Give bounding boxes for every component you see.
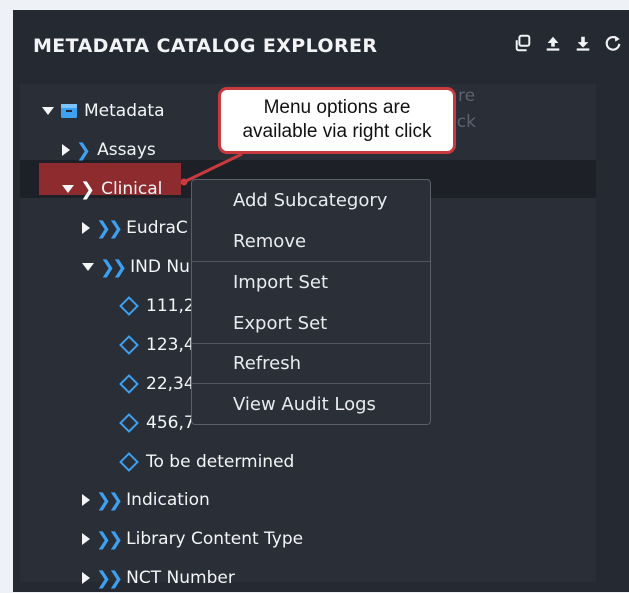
tree-label-eudra: EudraC xyxy=(126,218,188,238)
tree-node-clinical[interactable]: ❯ Clinical xyxy=(62,174,162,204)
tree-leaf[interactable]: 22,34 xyxy=(118,369,195,399)
chevron-right-icon: ❯ xyxy=(76,139,92,161)
menu-separator xyxy=(192,383,430,384)
tree-leaf-label: 123,4 xyxy=(146,335,195,355)
upload-icon[interactable] xyxy=(543,32,563,54)
chevron-right-icon: ❯ xyxy=(80,178,96,200)
expanded-caret-icon[interactable] xyxy=(82,263,94,271)
callout-line-2: available via right click xyxy=(242,121,432,142)
refresh-icon[interactable] xyxy=(603,32,623,54)
tree-leaf-label: To be determined xyxy=(146,452,295,472)
diamond-icon xyxy=(119,296,139,316)
tree-leaf-label: 456,7 xyxy=(146,413,195,433)
menu-item-view-audit-logs[interactable]: View Audit Logs xyxy=(233,394,376,415)
diamond-icon xyxy=(119,452,139,472)
collapsed-caret-icon[interactable] xyxy=(82,494,90,506)
menu-separator xyxy=(192,343,430,344)
tree-node-nct-number[interactable]: ❯❯ NCT Number xyxy=(82,563,235,593)
tree-label-assays: Assays xyxy=(97,140,156,160)
diamond-icon xyxy=(119,374,139,394)
ghost-text: re xyxy=(458,86,476,106)
diamond-icon xyxy=(119,335,139,355)
tree-node-metadata[interactable]: Metadata xyxy=(42,96,165,126)
tree-label-metadata: Metadata xyxy=(84,101,165,121)
collapsed-caret-icon[interactable] xyxy=(62,144,70,156)
copy-icon[interactable] xyxy=(513,32,533,54)
context-menu: Add Subcategory Remove Import Set Export… xyxy=(191,179,431,425)
download-icon[interactable] xyxy=(573,32,593,54)
panel-title: METADATA CATALOG EXPLORER xyxy=(33,35,378,57)
tree-label-library-content-type: Library Content Type xyxy=(126,529,304,549)
tree-label-nct-number: NCT Number xyxy=(126,568,235,588)
tree-label-ind: IND Nu xyxy=(130,257,190,277)
collapsed-caret-icon[interactable] xyxy=(82,572,90,584)
folder-icon xyxy=(60,103,78,119)
menu-item-export-set[interactable]: Export Set xyxy=(233,313,327,334)
tree-node-eudra[interactable]: ❯❯ EudraC xyxy=(82,213,188,243)
tree-node-ind[interactable]: ❯❯ IND Nu xyxy=(82,252,190,282)
expanded-caret-icon[interactable] xyxy=(42,107,54,115)
menu-item-refresh[interactable]: Refresh xyxy=(233,353,301,374)
menu-item-add-subcategory[interactable]: Add Subcategory xyxy=(233,190,387,211)
expanded-caret-icon[interactable] xyxy=(62,185,74,193)
tree-node-assays[interactable]: ❯ Assays xyxy=(62,135,156,165)
double-chevron-icon: ❯❯ xyxy=(96,217,123,239)
diamond-icon xyxy=(119,413,139,433)
toolbar xyxy=(513,32,623,54)
tree-label-clinical: Clinical xyxy=(101,179,163,199)
tree-leaf-label: 22,34 xyxy=(146,374,195,394)
collapsed-caret-icon[interactable] xyxy=(82,533,90,545)
tree-leaf[interactable]: 123,4 xyxy=(118,330,195,360)
tree-leaf[interactable]: 456,7 xyxy=(118,408,195,438)
tree-leaf[interactable]: To be determined xyxy=(118,447,294,477)
double-chevron-icon: ❯❯ xyxy=(100,256,127,278)
menu-separator xyxy=(192,261,430,262)
callout-annotation: Menu options are available via right cli… xyxy=(218,87,456,154)
menu-item-remove[interactable]: Remove xyxy=(233,231,306,252)
collapsed-caret-icon[interactable] xyxy=(82,222,90,234)
double-chevron-icon: ❯❯ xyxy=(96,489,123,511)
menu-item-import-set[interactable]: Import Set xyxy=(233,272,328,293)
callout-line-1: Menu options are xyxy=(263,97,411,118)
tree-node-library-content-type[interactable]: ❯❯ Library Content Type xyxy=(82,524,303,554)
double-chevron-icon: ❯❯ xyxy=(96,528,123,550)
tree-node-indication[interactable]: ❯❯ Indication xyxy=(82,485,210,515)
double-chevron-icon: ❯❯ xyxy=(96,567,123,589)
tree-label-indication: Indication xyxy=(126,490,210,510)
